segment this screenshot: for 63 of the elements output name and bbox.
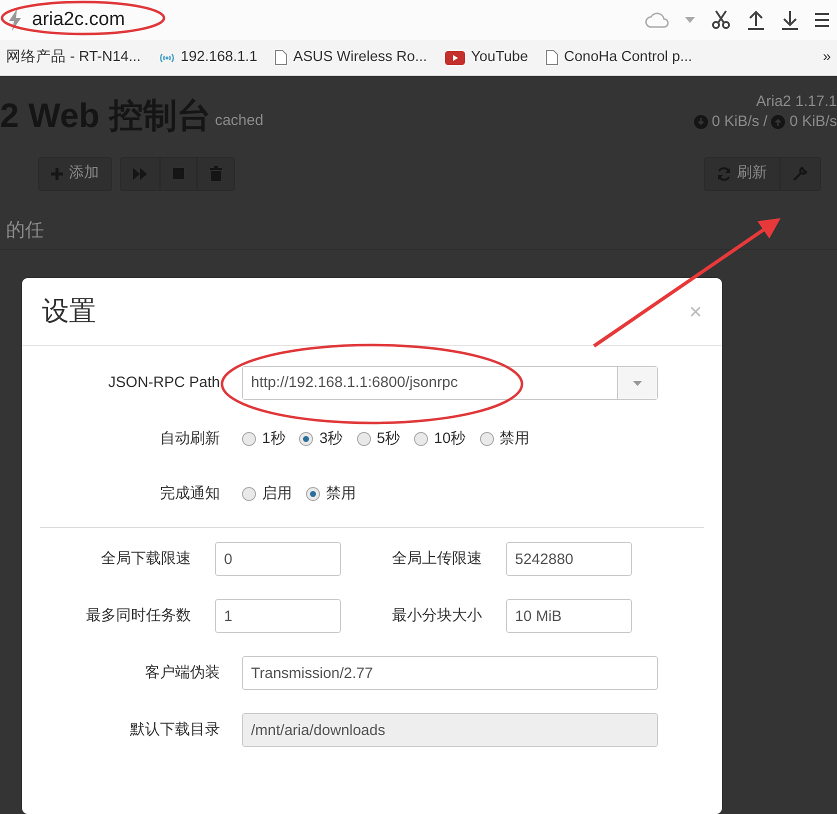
field-label: 完成通知 [159, 484, 220, 504]
upload-icon[interactable] [747, 10, 765, 30]
download-speed: 0 KiB/s [712, 112, 760, 132]
text-field[interactable]: 5242880 [506, 542, 632, 576]
caret-icon[interactable] [685, 17, 695, 23]
field-label: 默认下载目录 [129, 720, 220, 740]
field-label: 最多同时任务数 [85, 606, 191, 626]
radio-option[interactable]: 禁用 [480, 428, 530, 450]
bookmark[interactable]: YouTube [445, 46, 528, 68]
refresh-icon [717, 166, 731, 180]
cached-label: cached [214, 111, 264, 131]
version-text: Aria2 1.17.1 [755, 92, 837, 112]
text-field[interactable]: 0 [215, 542, 341, 576]
play-icon [445, 50, 466, 64]
page-icon [546, 50, 558, 65]
bookmark[interactable]: 网络产品 - RT-N14... [6, 46, 141, 68]
page-icon [275, 50, 288, 65]
delete-button[interactable] [197, 156, 235, 190]
menu-icon[interactable] [815, 11, 829, 29]
field-label: 全局上传限速 [391, 548, 482, 569]
dialog-title: 设置 [42, 295, 96, 328]
fast-forward-icon [133, 168, 147, 180]
field-label: 全局下载限速 [100, 548, 191, 569]
refresh-button[interactable]: 刷新 [704, 156, 780, 190]
stop-button[interactable] [160, 156, 197, 190]
text-field[interactable]: 10 MiB [506, 599, 632, 633]
section-heading: 的任 [5, 220, 44, 240]
resume-button[interactable] [120, 156, 160, 190]
upload-speed: 0 KiB/s [789, 112, 837, 132]
lightning-icon [8, 9, 22, 31]
download-speed-icon [694, 115, 708, 130]
field-label: 客户端伪装 [144, 662, 220, 683]
field-label: 最小分块大小 [391, 606, 482, 626]
address-bar[interactable]: aria2c.com [32, 6, 125, 34]
upload-speed-icon [771, 115, 786, 130]
text-field[interactable]: 1 [215, 599, 341, 633]
radio-option[interactable]: 10秒 [414, 428, 466, 450]
bookmark[interactable]: ConoHa Control p... [546, 46, 692, 68]
rpc-path-field[interactable]: http://192.168.1.1:6800/jsonrpc [242, 366, 658, 400]
settings-button[interactable] [780, 156, 821, 190]
radio-option[interactable]: 禁用 [306, 482, 356, 505]
dropdown-button[interactable] [617, 367, 657, 399]
wrench-icon [793, 166, 808, 181]
radio-option[interactable]: 1秒 [242, 428, 286, 450]
cloud-icon[interactable] [645, 11, 669, 29]
field-label: 自动刷新 [159, 429, 220, 449]
bookmark[interactable]: 192.168.1.1 [158, 46, 258, 68]
add-button[interactable]: 添加 [38, 156, 112, 190]
text-field[interactable]: Transmission/2.77 [242, 656, 658, 690]
caret-icon [633, 380, 642, 386]
stop-icon [173, 168, 184, 179]
overflow-button[interactable]: » [822, 46, 837, 68]
plus-icon [51, 168, 63, 180]
wireless-icon [158, 52, 175, 64]
radio-option[interactable]: 启用 [242, 482, 292, 505]
scissors-icon[interactable] [711, 10, 731, 30]
speed-separator: / [763, 112, 768, 132]
download-icon[interactable] [781, 10, 799, 30]
field-label: JSON-RPC Path [107, 372, 220, 393]
trash-icon [210, 166, 222, 181]
radio-option[interactable]: 5秒 [356, 428, 400, 450]
bookmark[interactable]: ASUS Wireless Ro... [275, 46, 428, 68]
radio-option[interactable]: 3秒 [299, 428, 343, 450]
